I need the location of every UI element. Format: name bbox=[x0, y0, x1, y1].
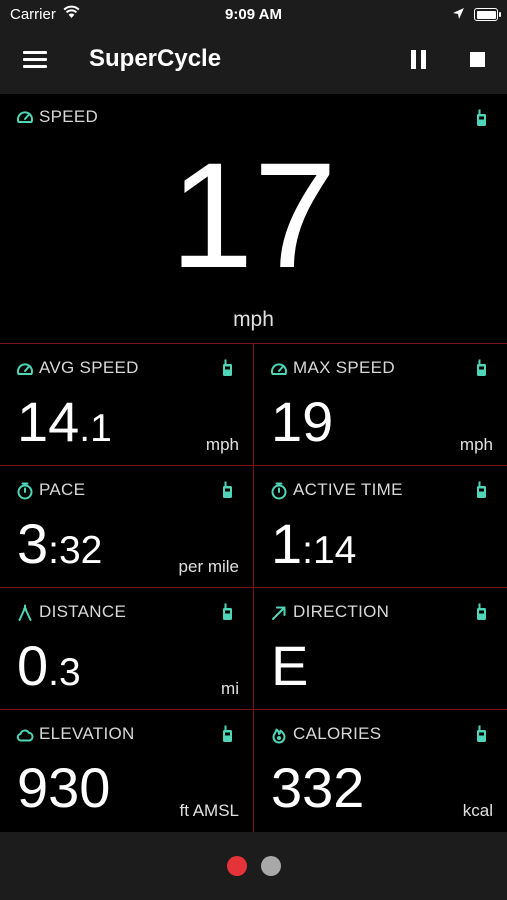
compass-divider-icon bbox=[18, 604, 32, 621]
phone-source-icon bbox=[477, 481, 486, 498]
stopwatch-icon bbox=[17, 482, 33, 500]
pause-button[interactable] bbox=[409, 50, 429, 70]
app-title: SuperCycle bbox=[89, 45, 222, 72]
arrow-up-right-icon bbox=[272, 606, 286, 620]
calories-unit: kcal bbox=[462, 801, 493, 820]
max-speed-unit: mph bbox=[459, 435, 493, 454]
speed-tile[interactable]: SPEED 17 mph bbox=[0, 94, 507, 344]
location-arrow-icon bbox=[453, 8, 464, 19]
elevation-label: ELEVATION bbox=[39, 724, 135, 743]
elevation-tile[interactable]: ELEVATION 930 ft AMSL bbox=[0, 710, 254, 832]
speed-unit: mph bbox=[233, 308, 274, 331]
stop-button[interactable] bbox=[470, 52, 485, 67]
direction-label: DIRECTION bbox=[293, 602, 390, 621]
speedometer-icon bbox=[17, 111, 33, 123]
direction-value: E bbox=[271, 634, 309, 697]
avg-speed-value: 14.1 bbox=[17, 390, 112, 453]
distance-tile[interactable]: DISTANCE 0.3 mi bbox=[0, 588, 254, 710]
pace-tile[interactable]: PACE 3:32 per mile bbox=[0, 466, 254, 588]
distance-unit: mi bbox=[221, 679, 239, 698]
max-speed-tile[interactable]: MAX SPEED 19 mph bbox=[254, 344, 507, 466]
elevation-unit: ft AMSL bbox=[179, 801, 239, 820]
speed-label: SPEED bbox=[39, 107, 99, 126]
speedometer-icon bbox=[271, 363, 287, 375]
calories-label: CALORIES bbox=[293, 724, 382, 743]
pace-unit: per mile bbox=[178, 557, 239, 576]
calories-value: 332 bbox=[271, 756, 365, 819]
clock: 9:09 AM bbox=[225, 6, 282, 23]
stopwatch-icon bbox=[271, 482, 287, 500]
max-speed-label: MAX SPEED bbox=[293, 358, 395, 377]
navigation-bar: SuperCycle bbox=[0, 28, 507, 94]
speedometer-icon bbox=[17, 363, 33, 375]
flame-icon bbox=[272, 728, 286, 744]
phone-source-icon bbox=[223, 359, 232, 376]
phone-source-icon bbox=[477, 109, 486, 126]
active-time-tile[interactable]: ACTIVE TIME 1:14 bbox=[254, 466, 507, 588]
distance-value: 0.3 bbox=[17, 634, 81, 697]
distance-label: DISTANCE bbox=[39, 602, 127, 621]
phone-source-icon bbox=[223, 603, 232, 620]
speed-value: 17 bbox=[170, 131, 337, 299]
phone-source-icon bbox=[477, 603, 486, 620]
active-time-label: ACTIVE TIME bbox=[293, 480, 403, 499]
phone-source-icon bbox=[477, 725, 486, 742]
page-indicator bbox=[0, 832, 507, 900]
hamburger-menu-icon[interactable] bbox=[23, 51, 47, 69]
page-dot-active[interactable] bbox=[227, 856, 247, 876]
page-dot-inactive[interactable] bbox=[261, 856, 281, 876]
calories-tile[interactable]: CALORIES 332 kcal bbox=[254, 710, 507, 832]
phone-source-icon bbox=[223, 725, 232, 742]
direction-tile[interactable]: DIRECTION E bbox=[254, 588, 507, 710]
active-time-value: 1:14 bbox=[271, 512, 357, 575]
phone-source-icon bbox=[223, 481, 232, 498]
battery-icon bbox=[474, 8, 501, 21]
elevation-value: 930 bbox=[17, 756, 111, 819]
pace-value: 3:32 bbox=[17, 512, 103, 575]
phone-source-icon bbox=[477, 359, 486, 376]
pace-label: PACE bbox=[39, 480, 86, 499]
dashboard: SPEED 17 mph AVG SPEED 14.1 mph MAX SPEE… bbox=[0, 94, 507, 832]
cloud-icon bbox=[16, 729, 34, 742]
max-speed-value: 19 bbox=[271, 390, 334, 453]
status-bar: Carrier 9:09 AM bbox=[0, 0, 507, 28]
avg-speed-label: AVG SPEED bbox=[39, 358, 139, 377]
avg-speed-unit: mph bbox=[205, 435, 239, 454]
avg-speed-tile[interactable]: AVG SPEED 14.1 mph bbox=[0, 344, 254, 466]
